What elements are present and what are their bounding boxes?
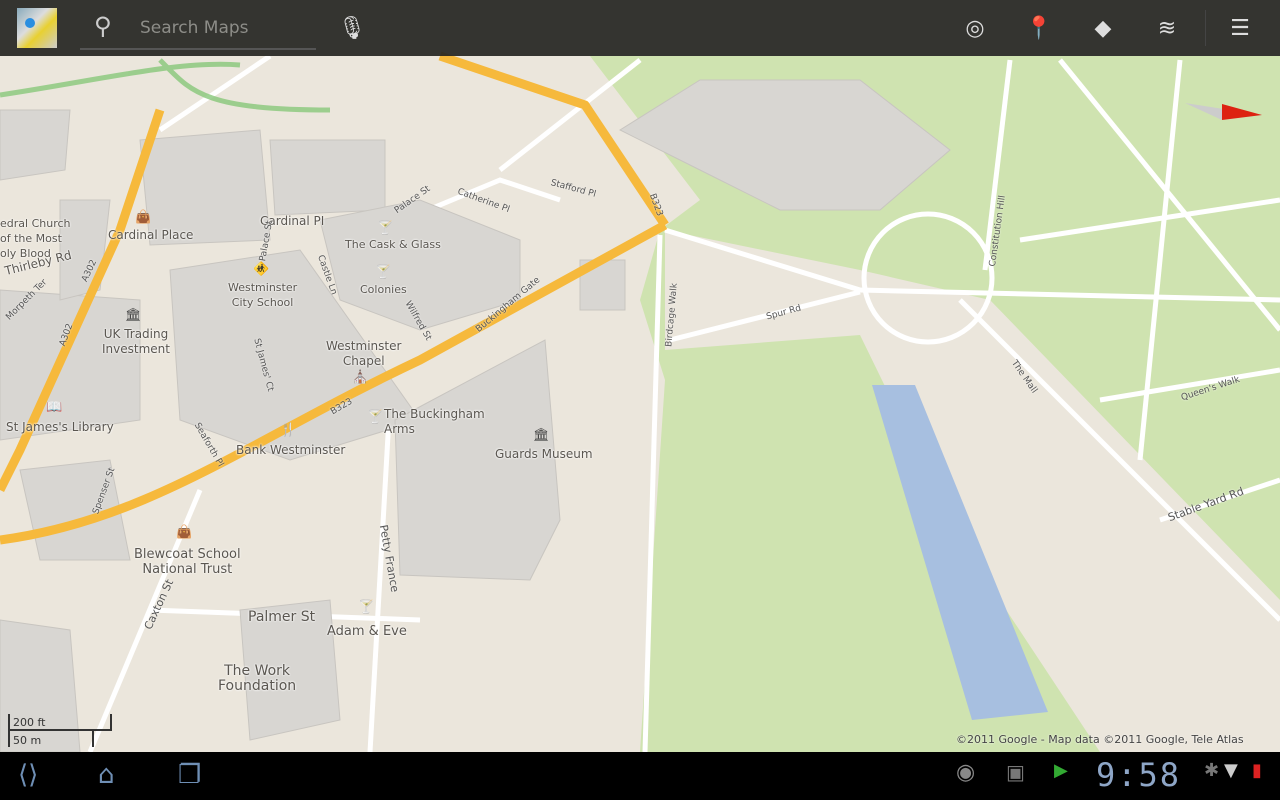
- label-bank-westminster[interactable]: Bank Westminster: [236, 443, 345, 458]
- library-icon[interactable]: 📖: [46, 400, 62, 415]
- copyright-text: ©2011 Google - Map data ©2011 Google, Te…: [956, 733, 1244, 746]
- label-adam-eve[interactable]: Adam & Eve: [327, 624, 407, 639]
- museum-icon[interactable]: 🏛: [533, 428, 550, 443]
- label-st-james-library[interactable]: St James's Library: [6, 420, 114, 435]
- label-palmer-st: Palmer St: [248, 609, 316, 625]
- signal-icon: ▼: [1224, 760, 1238, 781]
- bar-icon[interactable]: 🍸: [377, 221, 393, 236]
- label-work-foundation[interactable]: The Work Foundation: [218, 664, 296, 694]
- recent-apps-icon[interactable]: ❐: [178, 760, 201, 790]
- label-colonies[interactable]: Colonies: [360, 282, 407, 297]
- shopping-icon[interactable]: 👜: [176, 525, 192, 540]
- menu-icon[interactable]: ☰: [1222, 10, 1258, 46]
- label-buckingham-arms[interactable]: The Buckingham Arms: [384, 407, 485, 437]
- label-guards-museum[interactable]: Guards Museum: [495, 447, 593, 462]
- search-field[interactable]: ⚲ Search Maps: [80, 8, 316, 50]
- search-icon: ⚲: [94, 12, 112, 40]
- map-canvas: [0, 51, 1280, 752]
- clock: 9:58: [1096, 756, 1182, 794]
- label-westminster-chapel[interactable]: Westminster Chapel: [326, 339, 401, 369]
- restaurant-icon[interactable]: 🍴: [280, 423, 296, 438]
- label-cardinal-place[interactable]: Cardinal Place: [108, 228, 193, 243]
- microphone-icon[interactable]: 🎙: [334, 10, 370, 46]
- map-view[interactable]: Cardinal PI Cardinal Place edral Church …: [0, 0, 1280, 752]
- label-uk-trading[interactable]: UK Trading Investment: [102, 327, 170, 357]
- bluetooth-icon: ✱: [1204, 760, 1220, 781]
- directions-icon[interactable]: ◆: [1085, 10, 1121, 46]
- back-icon[interactable]: ⟨⟩: [18, 760, 38, 790]
- gps-icon: ◉: [956, 760, 976, 785]
- scale-imperial: 200 ft: [13, 716, 46, 729]
- action-bar: ⚲ Search Maps 🎙 ◎ 📍 ◆ ≋ ☰: [0, 0, 1280, 56]
- school-icon[interactable]: 🚸: [253, 262, 269, 277]
- places-pin-icon[interactable]: 📍: [1021, 10, 1057, 46]
- scale-metric: 50 m: [13, 734, 42, 747]
- label-blewcoat-school[interactable]: Blewcoat School National Trust: [134, 547, 241, 577]
- bar-icon[interactable]: 🍸: [367, 410, 383, 425]
- battery-low-icon: ▮: [1252, 760, 1262, 781]
- search-input[interactable]: Search Maps: [140, 18, 249, 38]
- scale-bar: 200 ft 50 m: [8, 714, 113, 748]
- maps-logo-icon[interactable]: [17, 8, 57, 48]
- media-icon: ▶: [1054, 760, 1068, 781]
- label-westminster-city-school[interactable]: Westminster City School: [228, 280, 297, 310]
- church-icon[interactable]: ⛪: [352, 370, 368, 385]
- android-debug-icon: ▣: [1006, 760, 1025, 784]
- label-cask-glass[interactable]: The Cask & Glass: [345, 237, 441, 252]
- home-icon[interactable]: ⌂: [98, 760, 115, 790]
- system-bar: ⟨⟩ ⌂ ❐ ◉ ▣ ▶ ✱ ▼ ▮: [0, 752, 1280, 800]
- shopping-icon[interactable]: 👜: [135, 210, 151, 225]
- layers-icon[interactable]: ≋: [1149, 10, 1185, 46]
- bank-icon[interactable]: 🏛: [125, 308, 142, 323]
- my-location-icon[interactable]: ◎: [957, 10, 993, 46]
- bar-icon[interactable]: 🍸: [358, 600, 374, 615]
- bar-icon[interactable]: 🍸: [375, 265, 391, 280]
